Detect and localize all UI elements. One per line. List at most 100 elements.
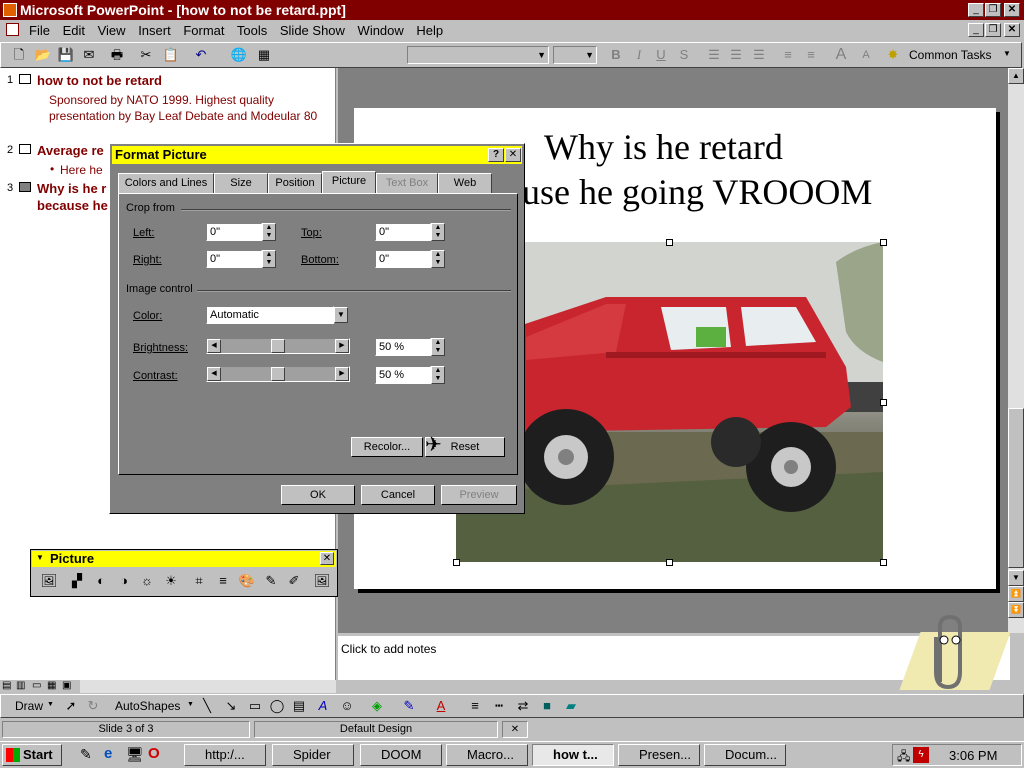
contrast-spinner[interactable]: ▲ ▼	[431, 366, 445, 384]
tray-app-icon[interactable]: ϟ	[913, 747, 929, 763]
select-objects-icon[interactable]: ➚	[61, 696, 81, 716]
crop-left-spinner[interactable]: ▲ ▼	[262, 223, 276, 241]
3d-style-icon[interactable]: ▰	[561, 696, 581, 716]
line-icon[interactable]: ╲	[197, 696, 217, 716]
quick-launch-opera-icon[interactable]: O	[148, 745, 160, 762]
insert-picture-icon[interactable]: 🖼	[39, 571, 59, 591]
menu-insert[interactable]: Insert	[138, 23, 171, 38]
outline-title-3-line2[interactable]: because he	[37, 198, 108, 213]
underline-icon[interactable]: U	[651, 45, 671, 65]
arrow-icon[interactable]: ↘	[221, 696, 241, 716]
taskbar-button-ppt-active[interactable]: how t...	[532, 744, 614, 766]
menu-help[interactable]: Help	[416, 23, 443, 38]
brightness-input[interactable]: 50 %	[375, 338, 431, 356]
email-icon[interactable]: ✉	[79, 45, 99, 65]
paste-icon[interactable]: 📋	[161, 45, 181, 65]
less-brightness-icon[interactable]: ☀	[161, 571, 181, 591]
bold-icon[interactable]: B	[606, 45, 626, 65]
minimize-button[interactable]: _	[968, 3, 984, 17]
slide-view-icon[interactable]: ▭	[32, 680, 41, 691]
line-style-icon[interactable]: ≡	[465, 696, 485, 716]
brightness-thumb[interactable]	[271, 339, 285, 353]
resize-handle[interactable]	[880, 559, 887, 566]
previous-slide-button[interactable]: ⏫	[1008, 586, 1024, 602]
office-assistant[interactable]	[899, 612, 1011, 692]
font-color-icon[interactable]: A	[431, 696, 451, 716]
oval-icon[interactable]: ◯	[267, 696, 287, 716]
draw-menu[interactable]: Draw	[15, 699, 43, 713]
crop-bottom-input[interactable]: 0"	[375, 250, 431, 268]
start-button[interactable]: Start	[2, 744, 62, 766]
rectangle-icon[interactable]: ▭	[245, 696, 265, 716]
crop-right-spinner[interactable]: ▲ ▼	[262, 250, 276, 268]
quick-launch-edit-icon[interactable]: ✎	[80, 746, 92, 763]
format-picture-icon[interactable]: ✎	[261, 571, 281, 591]
contrast-thumb[interactable]	[271, 367, 285, 381]
dialog-close-button[interactable]: ✕	[505, 148, 521, 162]
tab-position[interactable]: Position	[268, 173, 322, 193]
resize-handle[interactable]	[880, 399, 887, 406]
text-box-icon[interactable]: ▤	[289, 696, 309, 716]
outline-title-1[interactable]: how to not be retard	[37, 73, 162, 88]
next-slide-button[interactable]: ⏬	[1008, 602, 1024, 618]
free-rotate-icon[interactable]: ↻	[83, 696, 103, 716]
restore-button[interactable]: ❐	[985, 3, 1001, 17]
dash-style-icon[interactable]: ┅	[489, 696, 509, 716]
doc-minimize-button[interactable]: _	[968, 23, 984, 37]
brightness-slider[interactable]: ◀ ▶	[206, 338, 350, 354]
brightness-spinner[interactable]: ▲ ▼	[431, 338, 445, 356]
menu-tools[interactable]: Tools	[237, 23, 267, 38]
taskbar-button-http[interactable]: http:/...	[184, 744, 266, 766]
font-size-dropdown[interactable]: ▼	[553, 46, 597, 64]
taskbar-button-presentation[interactable]: Presen...	[618, 744, 700, 766]
taskbar-button-macro[interactable]: Macro...	[446, 744, 528, 766]
tab-text-box[interactable]: Text Box	[376, 173, 438, 193]
normal-view-icon[interactable]: ▤	[2, 680, 11, 691]
menu-file[interactable]: File	[29, 23, 50, 38]
dialog-title-bar[interactable]: Format Picture ? ✕	[112, 146, 522, 164]
crop-left-input[interactable]: 0"	[206, 223, 262, 241]
tab-picture[interactable]: Picture	[322, 171, 376, 193]
crop-bottom-spinner[interactable]: ▲ ▼	[431, 250, 445, 268]
doc-restore-button[interactable]: ❐	[985, 23, 1001, 37]
slide-title-line1[interactable]: Why is he retard	[544, 126, 783, 168]
doc-close-button[interactable]: ✕	[1004, 23, 1020, 37]
scroll-up-button[interactable]: ▲	[1008, 68, 1024, 84]
menu-view[interactable]: View	[98, 23, 126, 38]
contrast-slider[interactable]: ◀ ▶	[206, 366, 350, 382]
color-dropdown-button[interactable]: ▼	[334, 307, 348, 323]
dialog-help-button[interactable]: ?	[488, 148, 504, 162]
resize-handle[interactable]	[666, 239, 673, 246]
resize-handle[interactable]	[666, 559, 673, 566]
picture-toolbar[interactable]: ▼ Picture ✕ 🖼 ▞ ◐ ◑ ☼ ☀ ⌗ ≡ 🎨 ✎ ✐ 🖼	[30, 549, 338, 597]
autoshapes-menu[interactable]: AutoShapes	[115, 699, 180, 713]
close-button[interactable]: ✕	[1004, 3, 1020, 17]
crop-icon[interactable]: ⌗	[189, 571, 209, 591]
tab-colors-and-lines[interactable]: Colors and Lines	[118, 173, 214, 193]
color-dropdown[interactable]: Automatic	[206, 306, 334, 324]
ok-button[interactable]: OK	[281, 485, 355, 505]
menu-slide-show[interactable]: Slide Show	[280, 23, 345, 38]
tab-size[interactable]: Size	[214, 173, 268, 193]
quick-launch-desktop-icon[interactable]: 🖥	[126, 746, 144, 763]
picture-toolbar-close-button[interactable]: ✕	[320, 552, 334, 565]
slider-right-arrow[interactable]: ▶	[335, 367, 349, 381]
set-transparent-color-icon[interactable]: ✐	[284, 571, 304, 591]
crop-top-spinner[interactable]: ▲ ▼	[431, 223, 445, 241]
outline-view-icon[interactable]: ▥	[16, 680, 25, 691]
network-tray-icon[interactable]: 🖧	[897, 747, 910, 768]
resize-handle[interactable]	[453, 559, 460, 566]
shadow-icon[interactable]: S	[674, 45, 694, 65]
more-contrast-icon[interactable]: ◐	[91, 571, 111, 591]
slider-left-arrow[interactable]: ◀	[207, 367, 221, 381]
clip-art-icon[interactable]: ☺	[337, 696, 357, 716]
notes-placeholder[interactable]: Click to add notes	[341, 642, 436, 656]
outline-bullet-2[interactable]: Here he	[60, 163, 103, 177]
taskbar-button-doom[interactable]: DOOM	[360, 744, 442, 766]
open-icon[interactable]: 📂	[33, 45, 53, 65]
image-control-icon[interactable]: ▞	[67, 571, 87, 591]
tab-web[interactable]: Web	[438, 173, 492, 193]
save-icon[interactable]: 💾	[56, 45, 76, 65]
resize-handle[interactable]	[880, 239, 887, 246]
contrast-input[interactable]: 50 %	[375, 366, 431, 384]
